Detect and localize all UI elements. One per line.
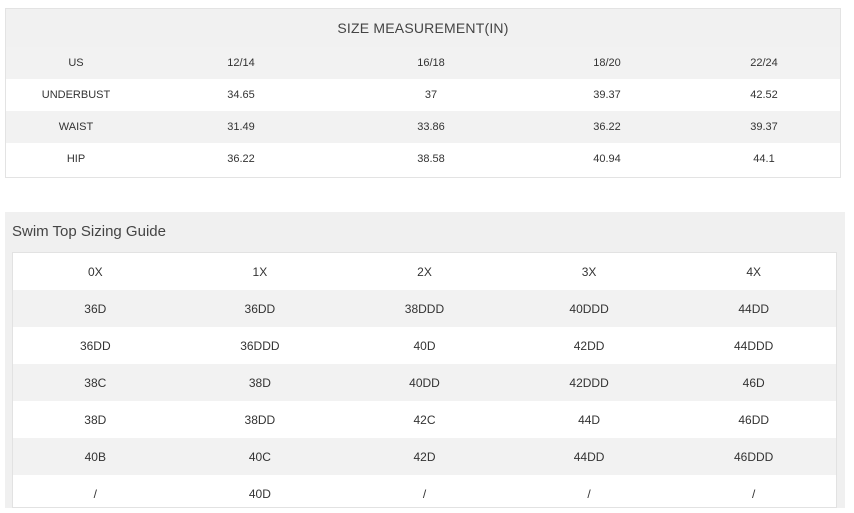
table-row: 40B 40C 42D 44DD 46DDD <box>13 438 836 475</box>
table-cell: 40.94 <box>593 153 621 165</box>
table-cell: 38DD <box>244 412 276 427</box>
table-cell: 0X <box>87 264 103 279</box>
table-cell: 42D <box>342 438 507 475</box>
table-cell: 38D <box>84 412 107 427</box>
table-cell: 4X <box>746 264 762 279</box>
table-row: 36DD 36DDD 40D 42DD 44DDD <box>13 327 836 364</box>
table-cell: / <box>752 486 756 501</box>
table-row: 36D 36DD 38DDD 40DDD 44DD <box>13 290 836 327</box>
table-cell: 46DD <box>738 412 770 427</box>
table-cell: 31.49 <box>146 111 336 143</box>
table-row: / 40D / / / <box>13 475 836 508</box>
swim-top-table-panel: 0X 1X 2X 3X 4X 36D 36DD 38DDD 40DDD 44DD… <box>12 252 837 508</box>
swim-top-sizing-guide-title: Swim Top Sizing Guide <box>12 223 166 240</box>
table-row: UNDERBUST 34.65 37 39.37 42.52 <box>6 79 840 111</box>
table-cell: 42.52 <box>750 89 778 101</box>
table-cell: 36DD <box>79 338 111 353</box>
table-cell: HIP <box>66 153 86 165</box>
swim-top-sizing-table: 0X 1X 2X 3X 4X 36D 36DD 38DDD 40DDD 44DD… <box>13 253 836 508</box>
table-cell: 44DDD <box>734 338 774 353</box>
table-cell: 40DDD <box>506 290 672 327</box>
table-row: US 12/14 16/18 18/20 22/24 <box>6 47 840 79</box>
table-cell: 16/18 <box>336 47 526 79</box>
table-cell: 36.22 <box>526 111 688 143</box>
table-cell: 44DD <box>671 290 836 327</box>
table-cell: 42DD <box>573 338 605 353</box>
table-cell: 18/20 <box>526 47 688 79</box>
table-cell: 40B <box>13 438 178 475</box>
table-cell: 39.37 <box>688 111 840 143</box>
table-cell: 1X <box>252 264 268 279</box>
table-cell: 42C <box>413 412 436 427</box>
table-cell: US <box>6 47 146 79</box>
table-cell: 44D <box>578 412 601 427</box>
swim-top-sizing-guide-card: Swim Top Sizing Guide 0X 1X 2X 3X 4X 36D… <box>5 212 845 508</box>
table-cell: 46D <box>671 364 836 401</box>
table-cell: 34.65 <box>227 89 255 101</box>
table-cell: 44DD <box>506 438 672 475</box>
table-cell: 36DD <box>177 290 343 327</box>
table-cell: 2X <box>417 264 432 279</box>
size-measurement-title: SIZE MEASUREMENT(IN) <box>6 9 840 47</box>
table-cell: 42DDD <box>506 364 672 401</box>
table-cell: UNDERBUST <box>41 89 111 101</box>
table-cell: 36D <box>13 290 178 327</box>
table-cell: 33.86 <box>336 111 526 143</box>
table-cell: 38.58 <box>417 153 445 165</box>
table-cell: 38C <box>13 364 178 401</box>
table-cell: 36.22 <box>227 153 255 165</box>
table-cell: 3X <box>581 264 597 279</box>
table-cell: 38DDD <box>342 290 507 327</box>
table-row: 0X 1X 2X 3X 4X <box>13 253 836 290</box>
table-cell: / <box>93 486 97 501</box>
table-cell: / <box>422 486 427 501</box>
table-cell: 40D <box>413 338 436 353</box>
table-cell: 44.1 <box>753 153 775 165</box>
table-row: WAIST 31.49 33.86 36.22 39.37 <box>6 111 840 143</box>
table-cell: 40DD <box>342 364 507 401</box>
table-row: 38C 38D 40DD 42DDD 46D <box>13 364 836 401</box>
size-measurement-table-card: SIZE MEASUREMENT(IN) US 12/14 16/18 18/2… <box>5 8 841 178</box>
table-row: HIP 36.22 38.58 40.94 44.1 <box>6 143 840 175</box>
table-row: 38D 38DD 42C 44D 46DD <box>13 401 836 438</box>
table-cell: WAIST <box>6 111 146 143</box>
table-cell: 36DDD <box>240 338 280 353</box>
table-cell: 37 <box>424 89 438 101</box>
table-cell: / <box>587 486 591 501</box>
table-cell: 40D <box>248 486 271 501</box>
table-cell: 12/14 <box>146 47 336 79</box>
table-cell: 40C <box>177 438 343 475</box>
table-cell: 38D <box>177 364 343 401</box>
table-cell: 39.37 <box>593 89 621 101</box>
table-cell: 22/24 <box>688 47 840 79</box>
table-cell: 46DDD <box>671 438 836 475</box>
size-measurement-table: US 12/14 16/18 18/20 22/24 UNDERBUST 34.… <box>6 47 840 175</box>
